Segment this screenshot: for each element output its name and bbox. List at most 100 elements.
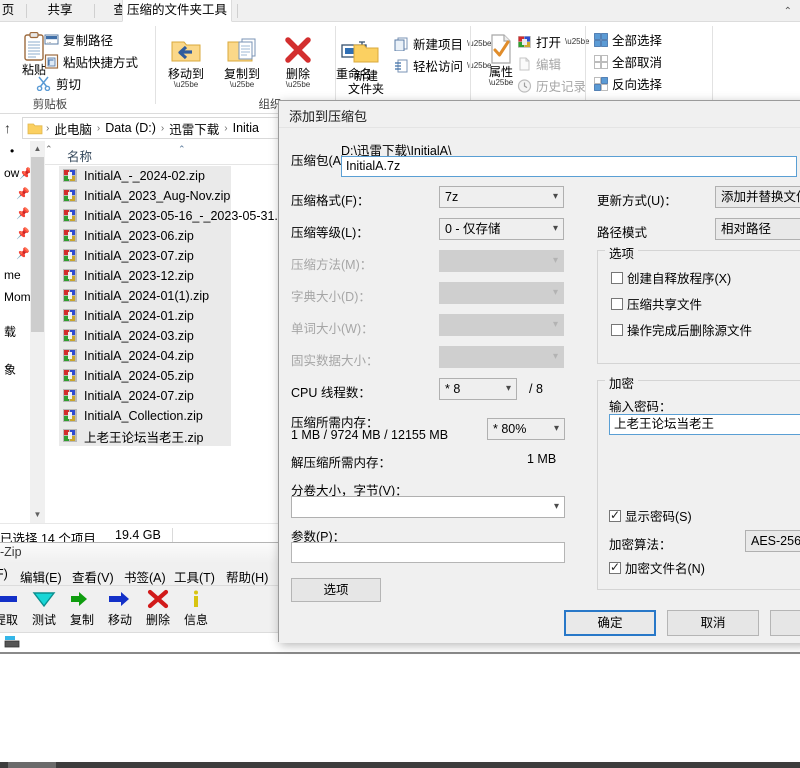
column-header-name[interactable]: 名称 <box>67 146 92 165</box>
move-button[interactable]: 移动 <box>100 587 140 628</box>
cancel-button[interactable]: 取消 <box>667 610 759 636</box>
tab-home[interactable]: 页 <box>0 0 22 22</box>
list-item[interactable]: InitialA_2024-07.zip <box>59 386 231 406</box>
test-button[interactable]: 测试 <box>24 587 64 628</box>
list-item[interactable]: InitialA_2024-04.zip <box>59 346 231 366</box>
parameters-input[interactable] <box>291 542 565 563</box>
nav-item[interactable]: • <box>10 141 14 161</box>
move-to-button[interactable]: 移动到 \u25be <box>160 34 212 89</box>
password-input[interactable]: 上老王论坛当老王 <box>609 414 800 435</box>
compression-method-combo: ▾ <box>439 250 564 272</box>
select-none-button[interactable]: 全部取消 <box>594 52 662 71</box>
delete-button[interactable]: 删除 \u25be <box>272 34 324 89</box>
arrow-up-icon[interactable]: ↑ <box>4 120 11 136</box>
zip-file-icon <box>63 209 78 223</box>
chevron-up-icon[interactable]: ⌃ <box>45 144 53 155</box>
path-mode-combo[interactable]: 相对路径 <box>715 218 800 240</box>
taskbar-button[interactable] <box>8 762 56 768</box>
scrollbar-thumb[interactable] <box>31 157 44 332</box>
list-item[interactable]: InitialA_2023-12.zip <box>59 266 231 286</box>
ok-button[interactable]: 确定 <box>564 610 656 636</box>
help-button[interactable] <box>770 610 800 636</box>
copy-path-button[interactable]: ... 复制路径 <box>44 30 113 49</box>
scroll-down-arrow[interactable]: ▼ <box>30 507 45 523</box>
scroll-up-arrow[interactable]: ▲ <box>30 141 45 157</box>
nav-item[interactable]: 📌 <box>16 243 30 263</box>
copy-to-button[interactable]: 复制到 \u25be <box>216 34 268 89</box>
memory-percent-combo[interactable]: * 80% ▾ <box>487 418 565 440</box>
archive-format-combo[interactable]: 7z ▾ <box>439 186 564 208</box>
nav-item[interactable]: Mome <box>4 287 30 307</box>
file-name: InitialA_2024-07.zip <box>84 389 194 403</box>
tab-share-label: 共享 <box>47 3 73 17</box>
chevron-down-icon[interactable]: \u25be <box>272 81 324 89</box>
menu-edit[interactable]: 编辑(E) <box>20 567 62 586</box>
open-button[interactable]: 打开 \u25be <box>517 32 589 51</box>
open-label: 打开 <box>536 36 562 50</box>
nav-item[interactable]: 象 <box>4 359 16 379</box>
list-item[interactable]: InitialA_2023-07.zip <box>59 246 231 266</box>
nav-item[interactable]: me <box>4 265 21 285</box>
taskbar[interactable] <box>0 762 800 768</box>
history-clock-icon <box>517 78 532 93</box>
cpu-threads-combo[interactable]: * 8 ▾ <box>439 378 517 400</box>
chevron-up-icon[interactable]: ⌃ <box>784 6 792 17</box>
checkbox-box <box>611 271 623 284</box>
update-mode-combo[interactable]: 添加并替换文件 <box>715 186 800 208</box>
menu-tools[interactable]: 工具(T) <box>174 567 215 586</box>
list-item[interactable]: InitialA_Collection.zip <box>59 406 231 426</box>
copy-button[interactable]: 复制 <box>62 587 102 628</box>
options-button[interactable]: 选项 <box>291 578 381 602</box>
nav-item[interactable]: 📌 <box>16 223 30 243</box>
delete-button[interactable]: 删除 <box>138 587 178 628</box>
cut-button[interactable]: 剪切 <box>36 74 81 93</box>
paste-shortcut-button[interactable]: 粘贴快捷方式 <box>44 52 138 71</box>
extract-button[interactable]: 提取 <box>0 587 26 628</box>
list-item[interactable]: InitialA_2023_Aug-Nov.zip <box>59 186 231 206</box>
list-item[interactable]: 上老王论坛当老王.zip <box>59 426 231 446</box>
nav-item[interactable]: 载 <box>4 321 16 341</box>
new-folder-button[interactable]: 新建 文件夹 <box>340 36 392 96</box>
ribbon-group-separator <box>335 26 336 104</box>
navigation-pane-scrollbar[interactable]: ▲ ▼ <box>30 141 45 523</box>
breadcrumb-item-data-d[interactable]: Data (D:) <box>103 121 158 135</box>
compress-shared-checkbox[interactable]: 压缩共享文件 <box>611 294 702 313</box>
tab-compressed-folder-tools[interactable]: 压缩的文件夹工具 <box>122 0 232 22</box>
list-item[interactable]: InitialA_2023-05-16_-_2023-05-31.zi <box>59 206 287 226</box>
delete-after-checkbox[interactable]: 操作完成后删除源文件 <box>611 320 752 339</box>
list-item[interactable]: InitialA_2024-03.zip <box>59 326 231 346</box>
nav-item[interactable]: 📌 <box>16 203 30 223</box>
nav-item[interactable]: 📌 <box>16 183 30 203</box>
menu-file[interactable]: F) <box>0 567 8 581</box>
breadcrumb-item-initiala[interactable]: Initia <box>231 121 261 135</box>
memory-compress-detail: 1 MB / 9724 MB / 12155 MB <box>291 428 449 442</box>
archive-name-input[interactable]: InitialA.7z <box>341 156 797 177</box>
list-item[interactable]: InitialA_2024-01(1).zip <box>59 286 231 306</box>
tab-compressed-folder-tools-label: 压缩的文件夹工具 <box>126 3 227 17</box>
list-item[interactable]: InitialA_2024-01.zip <box>59 306 231 326</box>
chevron-down-icon[interactable]: \u25be <box>216 81 268 89</box>
menu-help[interactable]: 帮助(H) <box>226 567 268 586</box>
menu-bookmarks[interactable]: 书签(A) <box>124 567 166 586</box>
encryption-algorithm-combo[interactable]: AES-256 <box>745 530 800 552</box>
menu-view[interactable]: 查看(V) <box>72 567 114 586</box>
select-all-button[interactable]: 全部选择 <box>594 30 662 49</box>
encrypt-filenames-checkbox[interactable]: 加密文件名(N) <box>609 558 705 577</box>
show-password-checkbox[interactable]: 显示密码(S) <box>609 506 692 525</box>
volume-size-combo[interactable]: ▾ <box>291 496 565 518</box>
tab-share[interactable]: 共享 <box>34 0 86 22</box>
breadcrumb-item-this-pc[interactable]: 此电脑 <box>52 119 94 138</box>
list-item[interactable]: InitialA_2023-06.zip <box>59 226 231 246</box>
info-button[interactable]: 信息 <box>176 587 216 628</box>
navigation-pane[interactable]: • ow 📌 📌 📌 📌 📌 me Mome 载 象 <box>0 141 30 523</box>
list-item[interactable]: InitialA_2024-05.zip <box>59 366 231 386</box>
invert-selection-button[interactable]: 反向选择 <box>594 74 662 93</box>
svg-text:...: ... <box>47 39 51 45</box>
chevron-down-icon[interactable]: \u25be <box>160 81 212 89</box>
list-item[interactable]: InitialA_-_2024-02.zip <box>59 166 231 186</box>
nav-item[interactable]: ow 📌 <box>4 163 30 183</box>
breadcrumb-item-thunder-download[interactable]: 迅雷下载 <box>167 119 221 138</box>
dialog-titlebar[interactable]: 添加到压缩包 <box>279 101 800 127</box>
create-sfx-checkbox[interactable]: 创建自释放程序(X) <box>611 268 731 287</box>
compression-level-combo[interactable]: 0 - 仅存储 ▾ <box>439 218 564 240</box>
